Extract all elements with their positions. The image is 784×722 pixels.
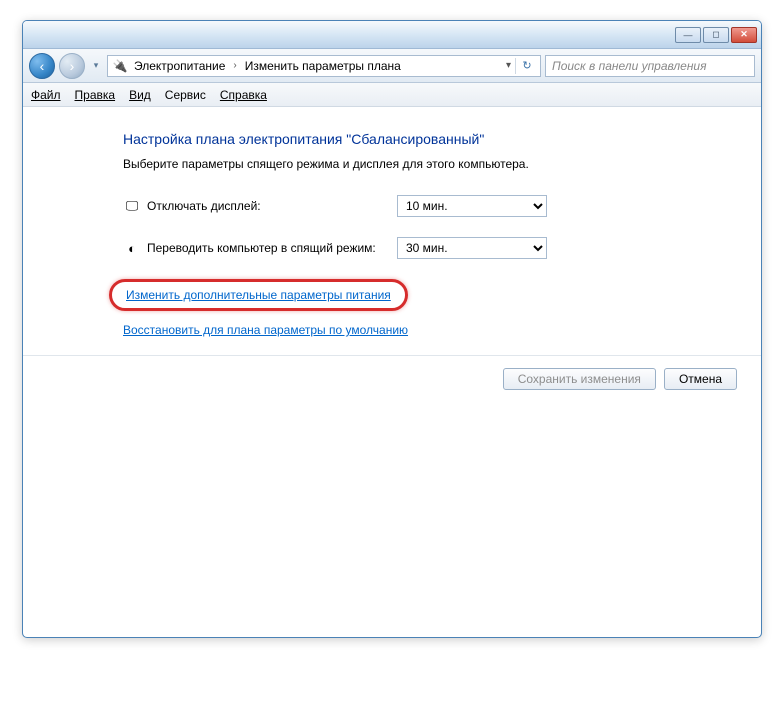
refresh-button[interactable]: ↻ [518,59,536,72]
row-sleep: ◐ Переводить компьютер в спящий режим: 3… [123,237,701,259]
page-title: Настройка плана электропитания "Сбаланси… [123,131,701,147]
menu-edit[interactable]: Правка [75,88,116,102]
navbar: ‹ › ▾ 🔌 Электропитание › Изменить параме… [23,49,761,83]
link-restore-defaults[interactable]: Восстановить для плана параметры по умол… [123,323,408,337]
address-dropdown[interactable]: ▾ [504,60,513,71]
footer: Сохранить изменения Отмена [23,356,761,408]
moon-icon: ◐ [123,239,141,257]
menu-service[interactable]: Сервис [165,88,206,102]
close-button[interactable]: ✕ [731,27,757,43]
sleep-select[interactable]: 30 мин. [397,237,547,259]
menu-help[interactable]: Справка [220,88,267,102]
minimize-button[interactable]: — [675,27,701,43]
breadcrumb-root[interactable]: Электропитание [134,59,225,73]
menu-file[interactable]: Файл [31,88,61,102]
sleep-label: Переводить компьютер в спящий режим: [147,241,397,255]
menu-view[interactable]: Вид [129,88,151,102]
cancel-button[interactable]: Отмена [664,368,737,390]
menubar: Файл Правка Вид Сервис Справка [23,83,761,107]
display-icon: 🖵 [123,197,141,215]
page-subtitle: Выберите параметры спящего режима и дисп… [123,157,701,171]
link-advanced-settings[interactable]: Изменить дополнительные параметры питани… [126,288,391,302]
breadcrumb-leaf[interactable]: Изменить параметры плана [245,59,401,73]
content: Настройка плана электропитания "Сбаланси… [23,107,761,637]
maximize-button[interactable]: ◻ [703,27,729,43]
save-button[interactable]: Сохранить изменения [503,368,656,390]
chevron-right-icon: › [231,60,238,71]
titlebar: — ◻ ✕ [23,21,761,49]
display-off-label: Отключать дисплей: [147,199,397,213]
highlight-ring: Изменить дополнительные параметры питани… [109,279,408,311]
search-input[interactable]: Поиск в панели управления [545,55,755,77]
separator [515,58,516,74]
history-dropdown[interactable]: ▾ [89,56,103,76]
forward-button[interactable]: › [59,53,85,79]
display-off-select[interactable]: 10 мин. [397,195,547,217]
links: Изменить дополнительные параметры питани… [123,279,701,337]
row-display-off: 🖵 Отключать дисплей: 10 мин. [123,195,701,217]
window: — ◻ ✕ ‹ › ▾ 🔌 Электропитание › Изменить … [22,20,762,638]
power-icon: 🔌 [112,58,128,74]
back-button[interactable]: ‹ [29,53,55,79]
address-bar[interactable]: 🔌 Электропитание › Изменить параметры пл… [107,55,541,77]
